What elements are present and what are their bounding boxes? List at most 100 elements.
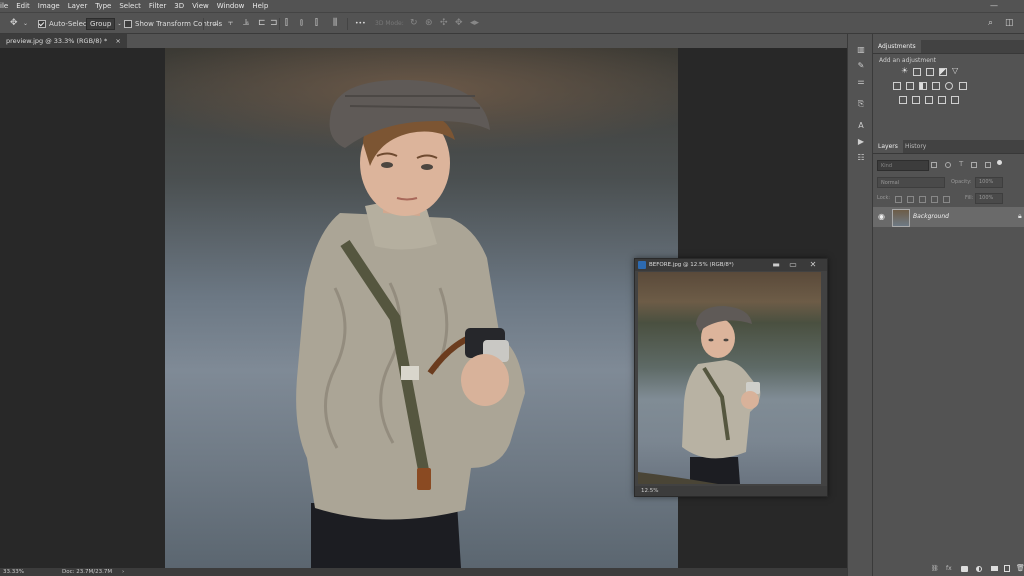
distribute-horizontal-icon[interactable]: ⫼	[333, 18, 337, 29]
filter-toggle-icon[interactable]	[997, 160, 1002, 165]
menu-view[interactable]: View	[188, 2, 213, 10]
3d-scale-icon[interactable]: ◂▸	[470, 18, 479, 29]
menu-select[interactable]: Select	[115, 2, 145, 10]
add-mask-icon[interactable]	[961, 566, 968, 572]
menu-help[interactable]: Help	[248, 2, 272, 10]
before-window-titlebar[interactable]: BEFORE.jpg @ 12.5% (RGB/8*) ▬ ▭ ✕	[635, 259, 827, 271]
align-top-icon[interactable]: ⫠	[213, 18, 218, 29]
auto-select-target-dropdown[interactable]: Group ⌄	[86, 17, 122, 30]
color-lookup-icon[interactable]	[959, 82, 967, 90]
lock-position-icon[interactable]	[919, 196, 926, 203]
before-window-minimize-button[interactable]: ▬	[771, 260, 781, 270]
document-canvas[interactable]	[165, 48, 678, 568]
curves-icon[interactable]	[926, 68, 934, 76]
3d-roll-icon[interactable]: ⊛	[425, 18, 433, 29]
clone-source-icon[interactable]: ⎘	[856, 100, 866, 108]
align-left-icon[interactable]: ⊏	[258, 18, 266, 29]
group-select[interactable]: Group	[86, 17, 116, 30]
layer-name[interactable]: Background	[913, 213, 949, 220]
character-icon[interactable]: A	[856, 122, 866, 130]
color-balance-icon[interactable]	[906, 82, 914, 90]
align-vertical-center-icon[interactable]: ⫟	[228, 18, 233, 29]
filter-adjustment-icon[interactable]	[945, 162, 951, 168]
menu-layer[interactable]: Layer	[64, 2, 92, 10]
before-window-zoom[interactable]: 12.5%	[641, 486, 658, 496]
search-icon[interactable]: ⌕	[988, 18, 993, 29]
selective-color-icon[interactable]	[951, 96, 959, 104]
document-tab-close-button[interactable]: ×	[115, 37, 120, 45]
menu-window[interactable]: Window	[213, 2, 249, 10]
distribute-center-icon[interactable]: ⫾	[300, 18, 303, 29]
lock-artboard-icon[interactable]	[931, 196, 938, 203]
channel-mixer-icon[interactable]	[945, 82, 953, 90]
threshold-icon[interactable]	[925, 96, 933, 104]
before-image-canvas[interactable]	[638, 272, 821, 484]
brightness-contrast-icon[interactable]: ☀	[901, 66, 908, 75]
filter-smart-object-icon[interactable]	[985, 162, 991, 168]
align-bottom-icon[interactable]: ⫡	[243, 18, 249, 29]
menu-3d[interactable]: 3D	[170, 2, 188, 10]
lock-image-icon[interactable]	[907, 196, 914, 203]
menu-file[interactable]: ile	[0, 2, 12, 10]
opacity-value[interactable]: 100%	[975, 177, 1003, 188]
before-window-close-button[interactable]: ✕	[808, 260, 818, 270]
filter-type-icon[interactable]: T	[959, 160, 963, 168]
brush-presets-icon[interactable]: ⚌	[856, 78, 866, 86]
tab-history[interactable]: History	[900, 140, 931, 153]
menu-edit[interactable]: Edit	[12, 2, 34, 10]
auto-select-checkbox[interactable]: Auto-Select	[38, 18, 90, 29]
status-menu-arrow[interactable]: ›	[122, 568, 124, 576]
new-adjustment-layer-icon[interactable]	[976, 566, 982, 572]
workspace-icon[interactable]: ◫	[1005, 18, 1014, 29]
before-document-window[interactable]: BEFORE.jpg @ 12.5% (RGB/8*) ▬ ▭ ✕ 12.5%	[634, 258, 828, 497]
menu-filter[interactable]: Filter	[145, 2, 170, 10]
gradient-map-icon[interactable]	[938, 96, 946, 104]
more-options-button[interactable]: •••	[355, 18, 366, 29]
histogram-icon[interactable]: ▥	[856, 46, 866, 54]
blend-mode-dropdown[interactable]: Normal	[877, 177, 945, 188]
eye-icon[interactable]: ◉	[878, 212, 885, 221]
layer-style-icon[interactable]: fx	[946, 565, 952, 572]
actions-play-icon[interactable]: ▶	[856, 138, 866, 146]
3d-drag-icon[interactable]: ✣	[440, 18, 448, 29]
distribute-bottom-icon[interactable]: ⫿	[315, 18, 318, 29]
link-layers-icon[interactable]: ⛓	[931, 565, 939, 572]
brush-settings-icon[interactable]: ✎	[856, 62, 866, 70]
invert-icon[interactable]	[899, 96, 907, 104]
transform-controls-checkbox[interactable]: Show Transform Controls	[124, 18, 222, 29]
lock-transparent-icon[interactable]	[895, 196, 902, 203]
filter-pixel-icon[interactable]	[931, 162, 937, 168]
posterize-icon[interactable]	[912, 96, 920, 104]
3d-slide-icon[interactable]: ✥	[455, 18, 463, 29]
move-tool-icon[interactable]: ✥	[10, 18, 18, 29]
photo-filter-icon[interactable]	[932, 82, 940, 90]
lock-all-icon[interactable]	[943, 196, 950, 203]
auto-select-check[interactable]	[38, 19, 46, 28]
layer-filter-kind[interactable]: Kind	[877, 160, 929, 171]
3d-orbit-icon[interactable]: ↻	[410, 18, 418, 29]
chevron-down-icon[interactable]: ⌄	[23, 18, 28, 29]
window-minimize-button[interactable]: —	[990, 1, 998, 10]
align-horizontal-center-icon[interactable]: ⊐	[270, 18, 278, 29]
menu-image[interactable]: Image	[34, 2, 64, 10]
black-white-icon[interactable]	[919, 82, 927, 90]
properties-icon[interactable]: ☷	[856, 154, 866, 162]
distribute-top-icon[interactable]: ⫿	[285, 18, 288, 29]
fill-value[interactable]: 100%	[975, 193, 1003, 204]
tab-layers[interactable]: Layers	[873, 140, 903, 153]
document-tab[interactable]: preview.jpg @ 33.3% (RGB/8) * ×	[0, 34, 127, 48]
tab-adjustments[interactable]: Adjustments	[873, 40, 921, 53]
exposure-icon[interactable]	[939, 68, 947, 76]
trash-icon[interactable]: 🗑︎	[1016, 564, 1024, 572]
transform-check[interactable]	[124, 19, 132, 28]
new-layer-icon[interactable]	[1004, 565, 1010, 572]
new-group-icon[interactable]	[991, 566, 998, 571]
menu-type[interactable]: Type	[91, 2, 115, 10]
zoom-level[interactable]: 33.33%	[3, 568, 24, 576]
levels-icon[interactable]	[913, 68, 921, 76]
before-window-restore-button[interactable]: ▭	[788, 260, 798, 270]
layer-row[interactable]: ◉ Background 🔒︎	[873, 207, 1024, 227]
hue-saturation-icon[interactable]	[893, 82, 901, 90]
filter-shape-icon[interactable]	[971, 162, 977, 168]
vibrance-icon[interactable]: ▽	[952, 66, 958, 75]
